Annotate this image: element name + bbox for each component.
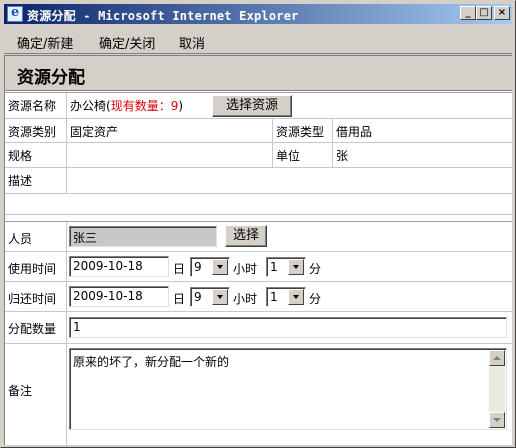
spacer-row (5, 194, 512, 215)
use-hour-unit: 小时 (233, 262, 258, 276)
resource-name-row: 资源名称 办公椅(现有数量：9) 选择资源 (5, 93, 512, 119)
person-label: 人员 (8, 232, 33, 246)
select-person-button[interactable]: 选择 (225, 225, 267, 247)
spec-row: 规格 单位 张 (5, 143, 512, 168)
resource-info-grid: 资源名称 办公椅(现有数量：9) 选择资源 资源类别 固定资产 资源类型 借用品… (5, 92, 512, 216)
confirm-new-menu-item[interactable]: 确定/新建 (17, 33, 73, 52)
return-time-label: 归还时间 (8, 292, 57, 306)
remark-label: 备注 (8, 384, 33, 398)
resource-type-label: 资源类型 (276, 125, 325, 139)
scroll-up-icon[interactable] (489, 350, 505, 366)
description-label: 描述 (8, 174, 33, 188)
return-minute-value: 1 (270, 290, 278, 304)
quantity-field[interactable]: 1 (69, 317, 507, 338)
use-time-label: 使用时间 (8, 262, 57, 276)
ie-logo-icon (7, 5, 23, 22)
cancel-menu-item[interactable]: 取消 (179, 33, 205, 52)
scroll-down-icon[interactable] (489, 412, 505, 428)
resource-name-label: 资源名称 (8, 99, 57, 113)
use-hour-value: 9 (194, 260, 202, 274)
person-row: 人员 张三 选择 (5, 222, 512, 252)
return-hour-select[interactable]: 9 (190, 287, 230, 307)
page-header: 资源分配 (5, 56, 512, 91)
use-time-row: 使用时间 2009-10-18 日 9 小时 1 分 (5, 252, 512, 282)
chevron-down-icon[interactable] (288, 289, 304, 305)
remark-textarea[interactable]: 原来的坏了，新分配一个新的 (69, 348, 507, 430)
spec-label: 规格 (8, 149, 33, 163)
return-date-field[interactable]: 2009-10-18 (69, 286, 169, 307)
action-menu-bar: 确定/新建 确定/关闭 取消 (4, 26, 512, 54)
quantity-row: 分配数量 1 (5, 312, 512, 344)
close-button[interactable]: × (494, 6, 510, 20)
resource-name-value: 办公椅(现有数量：9) (70, 97, 183, 114)
return-hour-unit: 小时 (233, 292, 258, 306)
description-row: 描述 (5, 168, 512, 194)
return-hour-value: 9 (194, 290, 202, 304)
resource-name-text: 办公椅 (70, 99, 107, 113)
stock-paren-close: ) (178, 99, 184, 113)
page-title: 资源分配 (17, 68, 85, 88)
allocation-grid: 人员 张三 选择 使用时间 2009-10-18 日 9 小时 1 分 归还时间… (5, 221, 512, 445)
resource-category-value: 固定资产 (70, 125, 119, 139)
resource-category-row: 资源类别 固定资产 资源类型 借用品 (5, 119, 512, 143)
use-minute-unit: 分 (309, 262, 322, 276)
resource-category-label: 资源类别 (8, 125, 57, 139)
minimize-button[interactable]: _ (460, 6, 476, 20)
window-title: 资源分配 - Microsoft Internet Explorer (27, 9, 299, 23)
return-time-row: 归还时间 2009-10-18 日 9 小时 1 分 (5, 282, 512, 312)
remark-scrollbar[interactable] (489, 350, 505, 428)
select-resource-button[interactable]: 选择资源 (212, 95, 292, 117)
return-minute-select[interactable]: 1 (266, 287, 306, 307)
use-day-unit: 日 (173, 262, 186, 276)
resource-type-value: 借用品 (336, 125, 373, 139)
remark-row: 备注 原来的坏了，新分配一个新的 (5, 344, 512, 445)
chevron-down-icon[interactable] (212, 289, 228, 305)
remark-text: 原来的坏了，新分配一个新的 (73, 355, 230, 369)
use-hour-select[interactable]: 9 (190, 257, 230, 277)
return-minute-unit: 分 (309, 292, 322, 306)
browser-window: 资源分配 - Microsoft Internet Explorer _ □ ×… (0, 0, 516, 448)
maximize-button[interactable]: □ (476, 6, 492, 20)
unit-label: 单位 (276, 149, 301, 163)
title-bar: 资源分配 - Microsoft Internet Explorer _ □ × (4, 4, 512, 24)
return-day-unit: 日 (173, 292, 186, 306)
chevron-down-icon[interactable] (212, 259, 228, 275)
unit-value: 张 (336, 149, 349, 163)
person-field[interactable]: 张三 (69, 226, 217, 247)
quantity-label: 分配数量 (8, 322, 57, 336)
stock-quantity-text: 现有数量：9 (110, 99, 179, 113)
chevron-down-icon[interactable] (288, 259, 304, 275)
use-minute-value: 1 (270, 260, 278, 274)
use-date-field[interactable]: 2009-10-18 (69, 256, 169, 277)
use-minute-select[interactable]: 1 (266, 257, 306, 277)
confirm-close-menu-item[interactable]: 确定/关闭 (99, 33, 155, 52)
page-content: 资源分配 资源名称 办公椅(现有数量：9) 选择资源 资源类别 固定资产 资源类… (4, 55, 512, 445)
